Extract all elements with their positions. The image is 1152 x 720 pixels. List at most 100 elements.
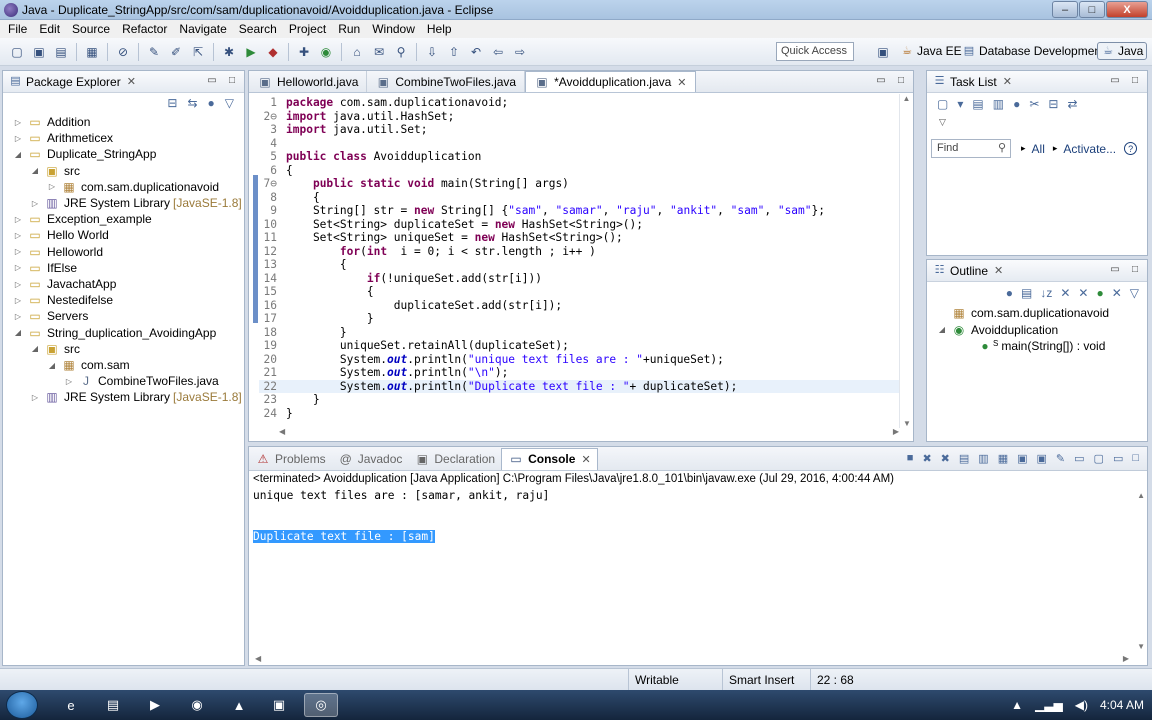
scroll-lock-icon[interactable]: ▥ [978,452,988,465]
tree-item[interactable]: ▷ J CombineTwoFiles.java [64,373,219,389]
quick-access-input[interactable]: Quick Access [776,42,854,61]
expand-toggle-icon[interactable]: ▷ [13,215,23,224]
code-line[interactable]: 5 public class Avoidduplication [259,150,899,164]
menu-window[interactable]: Window [366,22,421,36]
tab-helloworld-java[interactable]: ▣ Helloworld.java [249,71,368,92]
forward-icon[interactable]: ⇨ [512,44,528,60]
open-perspective-icon[interactable]: ▣ [875,44,891,60]
scroll-down-icon[interactable]: ▼ [900,419,914,428]
open-type-icon[interactable]: ⌂ [349,44,365,60]
tree-item[interactable]: ▷ ▭ Arithmeticex [13,130,113,146]
save-icon[interactable]: ▣ [31,44,47,60]
outline-item[interactable]: ● Smain(String[]) : void [963,338,1105,354]
focus-icon[interactable]: ● [1006,286,1013,300]
collapse-all-icon[interactable]: ⊟ [167,96,177,110]
previous-annotation-icon[interactable]: ⇧ [446,44,462,60]
external-tools-icon[interactable]: ◆ [265,44,281,60]
link-editor-icon[interactable]: ✕ [1112,286,1122,300]
expand-toggle-icon[interactable]: ▷ [13,280,23,289]
show-on-stdout-icon[interactable]: ▣ [1017,452,1027,465]
display-console-icon[interactable]: ▭ [1074,452,1084,465]
skip-breakpoints-icon[interactable]: ⊘ [115,44,131,60]
outline-item[interactable]: ▦ com.sam.duplicationavoid [937,305,1109,321]
remove-all-launches-icon[interactable]: ✖ [941,452,950,465]
tab-problems[interactable]: ⚠ Problems [249,448,332,470]
minimize-icon[interactable]: ▭ [875,75,887,86]
drive-icon[interactable]: ▲ [222,693,256,717]
explorer-icon[interactable]: ▤ [96,693,130,717]
scroll-up-icon[interactable]: ▲ [1137,491,1145,500]
code-line[interactable]: 14 if(!uniqueSet.add(str[i])) [259,272,899,286]
word-wrap-icon[interactable]: ▦ [998,452,1008,465]
code-line[interactable]: 4 [259,137,899,151]
show-on-stderr-icon[interactable]: ▣ [1037,452,1047,465]
tree-item[interactable]: ▷ ▭ Hello World [13,227,109,243]
volume-icon[interactable]: ◀) [1075,698,1088,712]
scroll-left-icon[interactable]: ◀ [255,654,261,663]
tree-item[interactable]: ▷ ▥ JRE System Library [JavaSE-1.8] [30,195,242,211]
pin-icon[interactable]: ✎ [146,44,162,60]
back-icon[interactable]: ⇦ [490,44,506,60]
save-all-icon[interactable]: ▤ [53,44,69,60]
close-icon[interactable]: ✕ [127,75,136,88]
dropdown-icon[interactable]: ▾ [957,97,963,111]
maximize-button[interactable]: □ [1079,1,1105,18]
menu-help[interactable]: Help [421,22,458,36]
show-hidden-icon[interactable]: ▲ [1011,698,1023,712]
code-line[interactable]: 8 { [259,191,899,205]
expand-toggle-icon[interactable]: ▷ [13,296,23,305]
collapse-all-icon[interactable]: ⊟ [1048,97,1058,111]
code-line[interactable]: 22 System.out.println("Duplicate text fi… [259,379,899,393]
view-menu-icon[interactable]: ▽ [939,117,946,128]
expand-toggle-icon[interactable]: ◢ [13,328,23,337]
scroll-right-icon[interactable]: ▶ [893,427,899,439]
editor-vertical-scrollbar[interactable]: ▲ ▼ [899,94,913,428]
tab-declaration[interactable]: ▣ Declaration [408,448,501,470]
expand-toggle-icon[interactable]: ◢ [30,344,40,353]
code-line[interactable]: 13 { [259,258,899,272]
terminate-icon[interactable]: ■ [907,452,914,465]
code-editor[interactable]: 1 package com.sam.duplicationavoid; 2⊖ impo… [249,94,899,428]
open-task-icon[interactable]: ✉ [371,44,387,60]
maximize-icon[interactable]: □ [1129,75,1141,86]
tree-item[interactable]: ◢ ▭ String_duplication_AvoidingApp [13,325,216,341]
tree-item[interactable]: ▷ ▦ com.sam.duplicationavoid [47,179,219,195]
tree-item[interactable]: ◢ ▭ Duplicate_StringApp [13,146,156,162]
maximize-icon[interactable]: □ [1129,264,1141,275]
synchronize-icon[interactable]: ⇄ [1067,97,1077,111]
menu-navigate[interactable]: Navigate [173,22,232,36]
new-class-icon[interactable]: ◉ [318,44,334,60]
media-player-icon[interactable]: ▶ [138,693,172,717]
close-icon[interactable]: ✕ [581,453,590,466]
tree-item[interactable]: ▷ ▭ Helloworld [13,244,103,260]
expand-toggle-icon[interactable]: ▷ [30,199,40,208]
package-explorer-header[interactable]: ▤ Package Explorer ✕ ▭ □ [3,71,244,93]
focus-icon[interactable]: ● [1013,97,1020,111]
code-line[interactable]: 10 Set<String> duplicateSet = new HashSe… [259,218,899,232]
tree-item[interactable]: ◢ ▦ com.sam [47,357,130,373]
ie-icon[interactable]: e [54,693,88,717]
tab-console[interactable]: ▭ Console ✕ [501,447,598,470]
maximize-icon[interactable]: □ [895,75,907,86]
search-icon[interactable]: ⚲ [393,44,409,60]
code-line[interactable]: 9 String[] str = new String[] {"sam", "s… [259,204,899,218]
categorized-icon[interactable]: ▤ [972,97,983,111]
hide-local-types-icon[interactable]: ● [1096,286,1103,300]
expand-toggle-icon[interactable]: ▷ [30,393,40,402]
code-line[interactable]: 15 { [259,285,899,299]
code-line[interactable]: 19 uniqueSet.retainAll(duplicateSet); [259,339,899,353]
close-icon[interactable]: ✕ [994,264,1003,277]
minimize-icon[interactable]: ▭ [1113,452,1123,465]
minimize-button[interactable]: – [1052,1,1078,18]
tree-item[interactable]: ▷ ▭ Addition [13,114,90,130]
scroll-right-icon[interactable]: ▶ [1123,654,1129,663]
mark-occurrences-icon[interactable]: ✐ [168,44,184,60]
app-icon[interactable]: ▣ [262,693,296,717]
close-icon[interactable]: ✕ [677,76,686,89]
sort-icon[interactable]: ↓z [1040,286,1052,300]
close-icon[interactable]: ✕ [1003,75,1012,88]
code-line[interactable]: 20 System.out.println("unique text files… [259,353,899,367]
code-line[interactable]: 3 import java.util.Set; [259,123,899,137]
perspective-database-development[interactable]: ▤ Database Development [962,44,1105,58]
scroll-up-icon[interactable]: ▲ [900,94,913,103]
